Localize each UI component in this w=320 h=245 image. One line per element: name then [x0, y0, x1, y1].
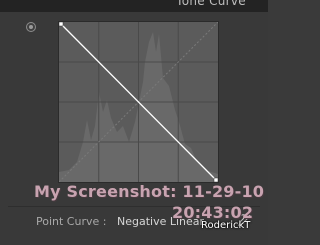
point-curve-label: Point Curve :: [36, 215, 107, 228]
targeted-adjustment-icon[interactable]: [26, 22, 36, 32]
panel-title: Tone Curve: [176, 0, 246, 8]
panel-header[interactable]: Tone Curve: [0, 0, 268, 12]
curve-graph[interactable]: [58, 21, 219, 183]
curve-point-start[interactable]: [59, 22, 64, 27]
watermark-line1: My Screenshot: 11-29-10: [34, 182, 265, 201]
watermark-author: RoderickT: [201, 220, 251, 231]
curve-svg[interactable]: [59, 22, 218, 182]
